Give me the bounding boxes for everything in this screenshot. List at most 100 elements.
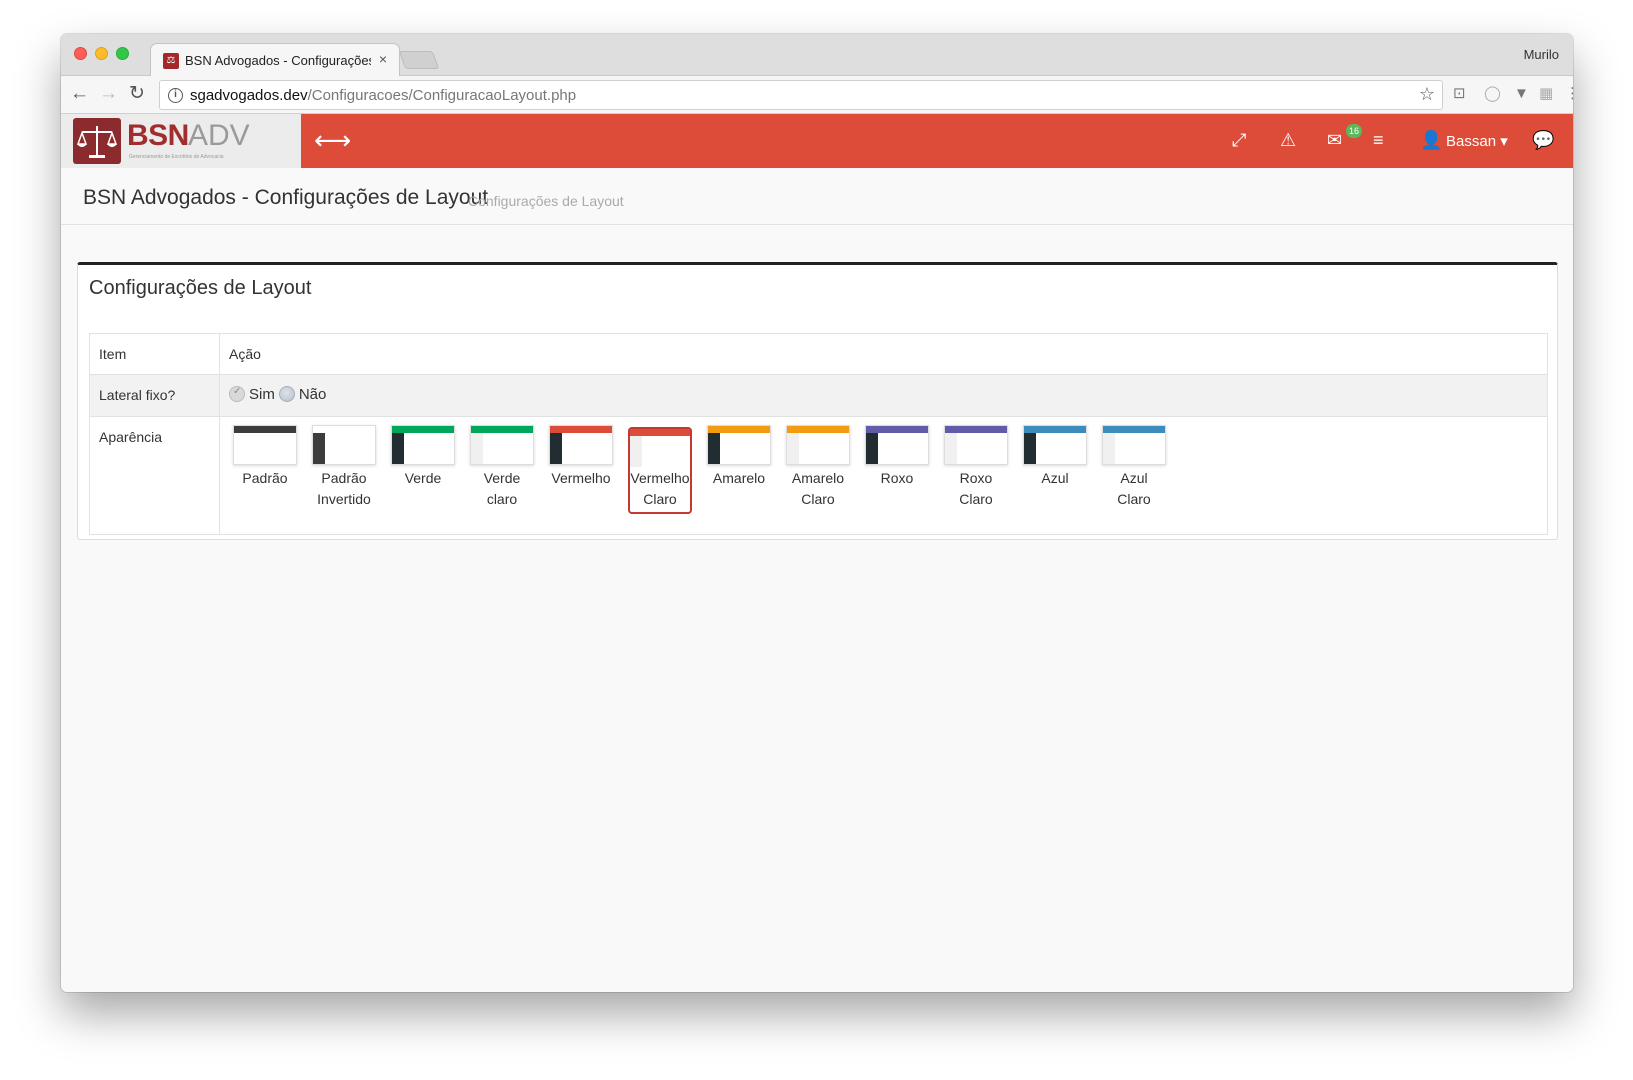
app-logo[interactable]: BSN ADV Gerenciamento de Escritório de A… <box>61 114 301 168</box>
sidebar-toggle-icon[interactable]: ⟷ <box>314 126 351 154</box>
nao-radio[interactable] <box>278 386 295 402</box>
minimize-window-button[interactable] <box>95 47 108 60</box>
browser-menu-icon[interactable]: ⋮ <box>1565 85 1573 103</box>
browser-toolbar: ← → ↻ i sgadvogados.dev/Configuracoes/Co… <box>61 76 1573 114</box>
lateral-fixo-options: Sim Não <box>219 374 1548 417</box>
page-title: BSN Advogados - Configurações de Layout <box>83 186 489 209</box>
skin-label: Roxo Claro <box>959 470 993 507</box>
skin-option[interactable]: Verde <box>391 425 455 489</box>
browser-tab[interactable]: ⚖ BSN Advogados - Configurações de Layou… <box>150 43 400 77</box>
skin-preview-sidebar <box>945 433 957 464</box>
info-icon[interactable]: i <box>168 88 183 103</box>
skin-preview <box>865 425 929 465</box>
table-row: Lateral fixo? Sim Não <box>89 374 1548 417</box>
lateral-fixo-label: Lateral fixo? <box>89 374 220 417</box>
scales-favicon-icon: ⚖ <box>163 53 179 69</box>
skin-label: Amarelo Claro <box>791 470 845 507</box>
close-tab-icon[interactable]: × <box>379 51 387 67</box>
skin-preview-header <box>234 426 296 433</box>
table-header-row: Item Ação <box>89 333 1548 375</box>
logo-bsn-text: BSN <box>127 119 189 152</box>
browser-titlebar: ⚖ BSN Advogados - Configurações de Layou… <box>61 34 1573 77</box>
logo-adv-text: ADV <box>188 119 250 152</box>
extension-v-icon[interactable]: ▼ <box>1514 85 1529 103</box>
skin-preview-sidebar <box>234 433 246 464</box>
page-subtitle: Configurações de Layout <box>468 193 624 209</box>
skin-preview <box>1102 425 1166 465</box>
header-acao: Ação <box>219 333 1548 375</box>
panel-title: Configurações de Layout <box>89 277 312 299</box>
skin-option[interactable]: Roxo <box>865 425 929 489</box>
browser-window: ⚖ BSN Advogados - Configurações de Layou… <box>61 34 1573 992</box>
skin-preview-sidebar <box>1103 433 1115 464</box>
forward-arrow-icon[interactable]: → <box>99 82 118 106</box>
nao-label[interactable]: Não <box>299 386 327 403</box>
skin-preview <box>312 425 376 465</box>
skin-preview-header <box>945 426 1007 433</box>
extension-grid-icon[interactable]: ▦ <box>1539 85 1553 103</box>
skin-label: Padrão <box>242 470 288 486</box>
new-tab-button[interactable] <box>398 51 440 69</box>
close-window-button[interactable] <box>74 47 87 60</box>
fullscreen-icon[interactable]: ⤢ <box>1232 129 1246 151</box>
skin-label: Roxo <box>880 470 914 486</box>
skin-option[interactable]: Padrão Invertido <box>312 425 376 510</box>
skin-option[interactable]: Vermelho Claro <box>628 427 692 514</box>
skin-label: Vermelho Claro <box>630 470 690 507</box>
mail-icon[interactable]: ✉ <box>1327 129 1342 151</box>
skin-option[interactable]: Roxo Claro <box>944 425 1008 510</box>
url-path: /Configuracoes/ConfiguracaoLayout.php <box>307 87 577 104</box>
sim-label[interactable]: Sim <box>249 386 275 403</box>
skin-options: Padrão Padrão Invertido Verde Verde claro Ve… <box>219 416 1548 535</box>
skin-preview <box>549 425 613 465</box>
skin-preview-header <box>630 429 690 436</box>
skin-option[interactable]: Azul <box>1023 425 1087 489</box>
header-item: Item <box>89 333 220 375</box>
reload-icon[interactable]: ↻ <box>129 82 145 106</box>
skin-preview <box>470 425 534 465</box>
skin-option[interactable]: Amarelo <box>707 425 771 489</box>
settings-table: Item Ação Lateral fixo? Sim Não Aparência… <box>89 333 1548 535</box>
chat-icon[interactable]: 💬 <box>1532 129 1554 151</box>
skin-preview <box>944 425 1008 465</box>
skin-label: Amarelo <box>712 470 766 486</box>
list-menu-icon[interactable]: ≡ <box>1373 129 1384 151</box>
skin-preview-header <box>550 426 612 433</box>
skin-preview-header <box>392 426 454 433</box>
alert-icon[interactable]: ⚠ <box>1280 129 1296 151</box>
cast-icon[interactable]: ⊡ <box>1453 85 1466 103</box>
skin-label: Verde claro <box>483 470 521 507</box>
extension-circle-icon[interactable]: ◯ <box>1484 85 1501 103</box>
maximize-window-button[interactable] <box>116 47 129 60</box>
skin-preview-header <box>708 426 770 433</box>
profile-name[interactable]: Murilo <box>1524 47 1559 62</box>
bookmark-star-icon[interactable]: ☆ <box>1419 84 1435 105</box>
user-menu-button[interactable]: Bassan ▾ <box>1446 132 1508 150</box>
skin-preview <box>707 425 771 465</box>
skin-preview-header <box>1103 426 1165 433</box>
table-row: Aparência Padrão Padrão Invertido Verde Ver… <box>89 416 1548 535</box>
skin-option[interactable]: Vermelho <box>549 425 613 489</box>
sim-radio[interactable] <box>229 386 245 402</box>
skin-preview-sidebar <box>392 433 404 464</box>
user-icon[interactable]: 👤 <box>1420 129 1442 151</box>
skin-label: Padrão Invertido <box>317 470 371 507</box>
skin-preview-header <box>313 426 375 433</box>
skin-option[interactable]: Amarelo Claro <box>786 425 850 510</box>
skin-preview-sidebar <box>471 433 483 464</box>
skin-label: Verde <box>404 470 442 486</box>
mail-count-badge: 16 <box>1346 124 1363 138</box>
address-bar[interactable]: i sgadvogados.dev/Configuracoes/Configur… <box>159 80 1443 110</box>
skin-list: Padrão Padrão Invertido Verde Verde claro Ve… <box>233 417 1547 527</box>
skin-option[interactable]: Padrão <box>233 425 297 489</box>
back-arrow-icon[interactable]: ← <box>70 82 89 106</box>
skin-preview-sidebar <box>630 436 642 467</box>
skin-label: Azul <box>1041 470 1069 486</box>
tab-title: BSN Advogados - Configurações de Layout <box>185 53 371 68</box>
skin-option[interactable]: Azul Claro <box>1102 425 1166 510</box>
url-text[interactable]: sgadvogados.dev/Configuracoes/Configurac… <box>190 87 576 104</box>
skin-option[interactable]: Verde claro <box>470 425 534 510</box>
skin-preview-header <box>866 426 928 433</box>
skin-preview <box>786 425 850 465</box>
skin-preview-sidebar <box>313 433 325 464</box>
